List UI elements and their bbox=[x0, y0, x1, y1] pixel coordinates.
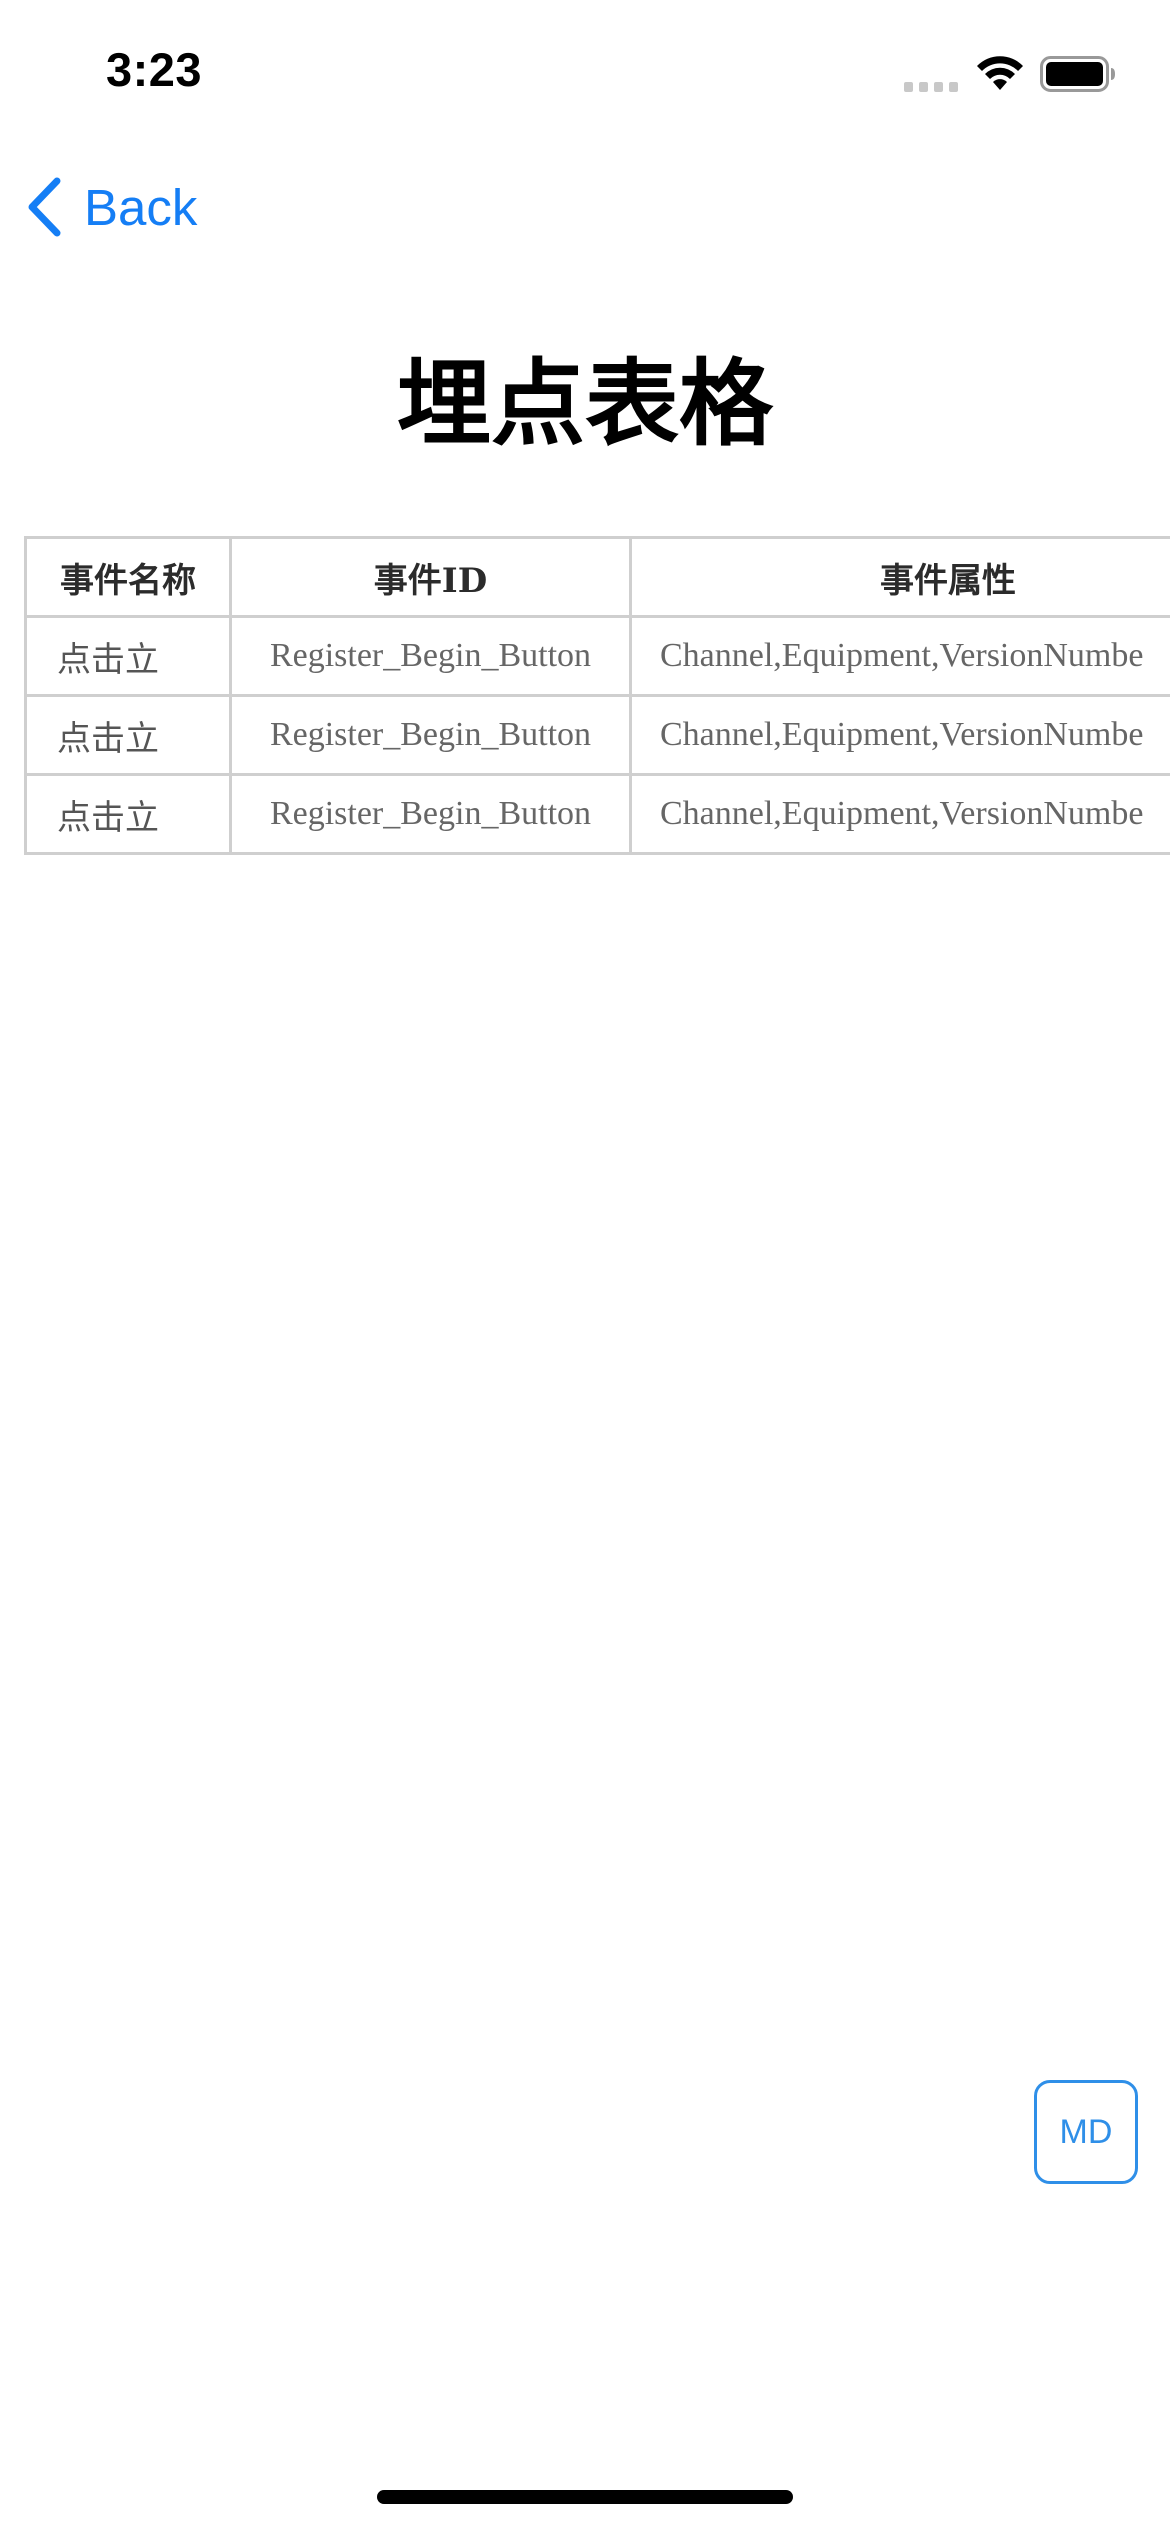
header-event-attributes: 事件属性 bbox=[629, 536, 1170, 618]
cell-event-id: Register_Begin_Button bbox=[229, 694, 632, 776]
header-event-id: 事件ID bbox=[229, 536, 632, 618]
table-row: 点击立 Register_Begin_Button Channel,Equipm… bbox=[24, 694, 1170, 776]
cell-event-id: Register_Begin_Button bbox=[229, 773, 632, 855]
table-row: 点击立 Register_Begin_Button Channel,Equipm… bbox=[24, 615, 1170, 697]
header-event-name: 事件名称 bbox=[24, 536, 232, 618]
cell-event-id: Register_Begin_Button bbox=[229, 615, 632, 697]
status-time: 3:23 bbox=[106, 43, 203, 96]
event-table-container[interactable]: 事件名称 事件ID 事件属性 点击立 Register_Begin_Button… bbox=[24, 536, 1170, 855]
table-row: 点击立 Register_Begin_Button Channel,Equipm… bbox=[24, 773, 1170, 855]
cell-event-attributes: Channel,Equipment,VersionNumbe bbox=[629, 694, 1170, 776]
cell-event-name: 点击立 bbox=[24, 615, 232, 697]
status-bar: 3:23 bbox=[0, 0, 1170, 140]
cellular-signal-icon bbox=[904, 82, 958, 92]
back-button[interactable]: Back bbox=[24, 170, 197, 244]
table-header-row: 事件名称 事件ID 事件属性 bbox=[24, 536, 1170, 618]
event-table: 事件名称 事件ID 事件属性 点击立 Register_Begin_Button… bbox=[24, 536, 1170, 855]
cell-event-attributes: Channel,Equipment,VersionNumbe bbox=[629, 773, 1170, 855]
home-indicator[interactable] bbox=[377, 2490, 793, 2504]
wifi-icon bbox=[977, 56, 1023, 90]
cell-event-attributes: Channel,Equipment,VersionNumbe bbox=[629, 615, 1170, 697]
cell-event-name: 点击立 bbox=[24, 694, 232, 776]
page-title: 埋点表格 bbox=[396, 350, 773, 459]
md-button[interactable]: MD bbox=[1034, 2080, 1138, 2184]
chevron-left-icon bbox=[28, 177, 61, 237]
battery-icon bbox=[1040, 56, 1115, 92]
cell-event-name: 点击立 bbox=[24, 773, 232, 855]
back-button-label: Back bbox=[84, 178, 198, 236]
